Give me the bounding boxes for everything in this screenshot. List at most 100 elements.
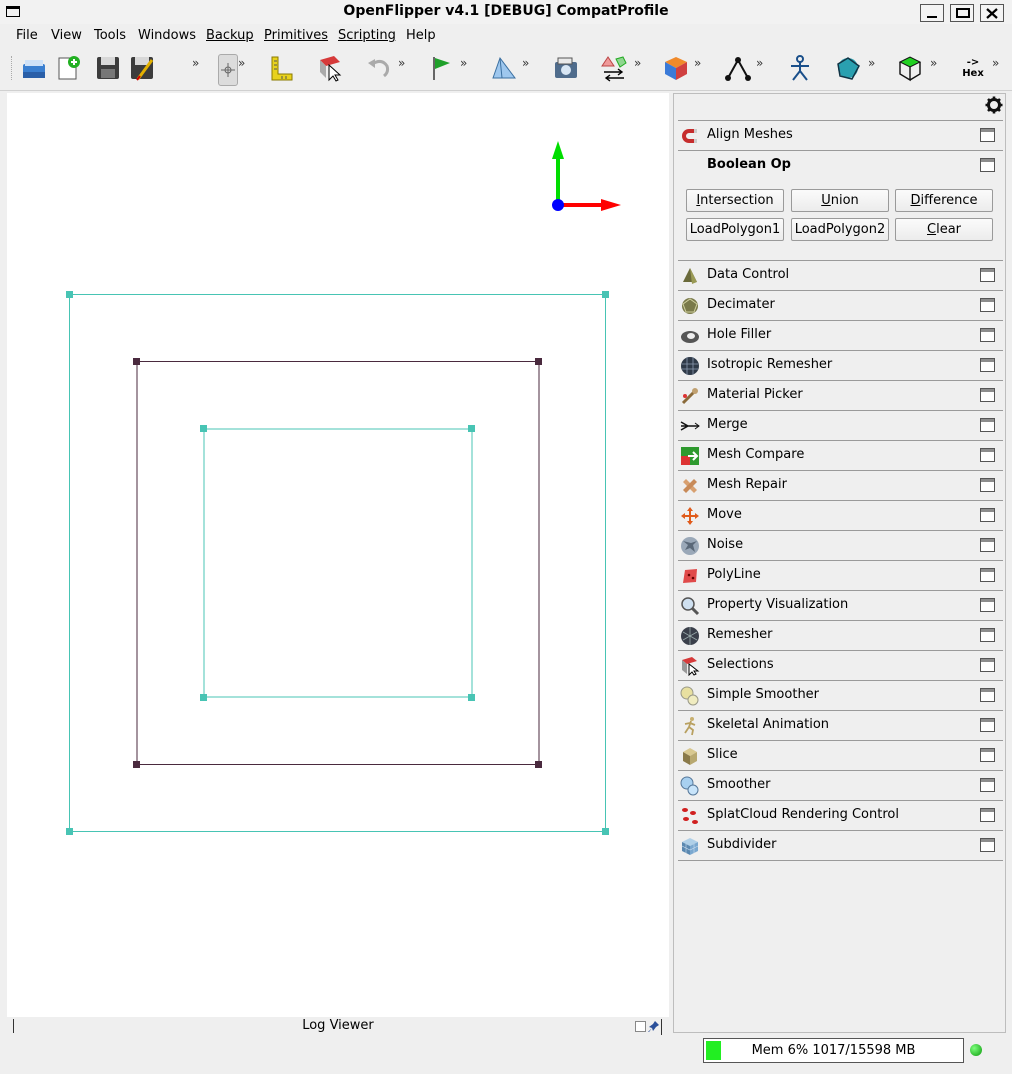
toolbox-item-property-visualization[interactable]: Property Visualization	[678, 590, 1003, 620]
toolbox-item-splatcloud-rendering-control[interactable]: SplatCloud Rendering Control	[678, 800, 1003, 830]
toolbar-more-4[interactable]: »	[460, 56, 467, 70]
new-file-icon[interactable]	[54, 54, 82, 82]
outer-polygon[interactable]	[66, 291, 609, 835]
intersection-button[interactable]: Intersection	[686, 189, 784, 212]
menu-backup[interactable]: Backup	[206, 28, 254, 43]
inner-polygon[interactable]	[200, 425, 475, 701]
hex-button[interactable]: -> Hex	[960, 57, 986, 79]
undock-icon[interactable]	[980, 158, 995, 172]
skeleton-icon[interactable]	[786, 54, 814, 82]
undock-icon[interactable]	[980, 298, 995, 312]
toolbox-item-noise[interactable]: Noise	[678, 530, 1003, 560]
toolbar-more-7[interactable]: »	[694, 56, 701, 70]
undock-icon[interactable]	[980, 448, 995, 462]
button-mnemonic: Union	[821, 193, 859, 208]
transform-icon[interactable]	[662, 54, 690, 82]
log-viewer-undock-icon[interactable]	[635, 1021, 646, 1032]
undock-icon[interactable]	[980, 718, 995, 732]
toolbox-item-subdivider[interactable]: Subdivider	[678, 830, 1003, 861]
undock-icon[interactable]	[980, 388, 995, 402]
ruler-icon[interactable]	[268, 54, 296, 82]
save-as-icon[interactable]	[128, 54, 156, 82]
toolbox-item-data-control[interactable]: Data Control	[678, 260, 1003, 290]
save-icon[interactable]	[94, 54, 122, 82]
union-button[interactable]: Union	[791, 189, 889, 212]
difference-button[interactable]: Difference	[895, 189, 993, 212]
menu-tools[interactable]: Tools	[94, 28, 126, 43]
toolbox-item-simple-smoother[interactable]: Simple Smoother	[678, 680, 1003, 710]
undock-icon[interactable]	[980, 328, 995, 342]
toolbox-item-selections[interactable]: Selections	[678, 650, 1003, 680]
toolbar-more-6[interactable]: »	[634, 56, 641, 70]
toolbox-item-move[interactable]: Move	[678, 500, 1003, 530]
undock-icon[interactable]	[980, 838, 995, 852]
undock-icon[interactable]	[980, 508, 995, 522]
toolbar-more-1[interactable]: »	[192, 56, 199, 70]
toolbar-more-9[interactable]: »	[868, 56, 875, 70]
undock-icon[interactable]	[980, 628, 995, 642]
pin-icon[interactable]	[648, 1020, 660, 1033]
toolbox-item-align-meshes[interactable]: Align Meshes	[678, 120, 1003, 150]
toolbox-item-smoother[interactable]: Smoother	[678, 770, 1003, 800]
topology-icon[interactable]	[834, 54, 862, 82]
close-button[interactable]	[980, 4, 1004, 22]
toolbar-more-2[interactable]: »	[238, 56, 245, 70]
undock-icon[interactable]	[980, 418, 995, 432]
toolbox-item-remesher[interactable]: Remesher	[678, 620, 1003, 650]
toolbox-item-polyline[interactable]: PolyLine	[678, 560, 1003, 590]
minimize-button[interactable]	[920, 4, 944, 22]
texture-icon[interactable]	[490, 54, 518, 82]
undock-icon[interactable]	[980, 358, 995, 372]
flag-icon[interactable]	[428, 54, 456, 82]
toolbox-item-merge[interactable]: Merge	[678, 410, 1003, 440]
undock-icon[interactable]	[980, 268, 995, 282]
open-file-icon[interactable]	[20, 54, 48, 82]
undock-icon[interactable]	[980, 478, 995, 492]
undock-icon[interactable]	[980, 808, 995, 822]
undock-icon[interactable]	[980, 538, 995, 552]
selection-cursor-icon[interactable]	[316, 54, 344, 82]
undock-icon[interactable]	[980, 778, 995, 792]
subdivider-cube-icon	[681, 838, 699, 855]
swap-objects-icon[interactable]	[600, 54, 628, 82]
toolbox-item-hole-filler[interactable]: Hole Filler	[678, 320, 1003, 350]
toolbox-item-mesh-repair[interactable]: Mesh Repair	[678, 470, 1003, 500]
toolbox-item-mesh-compare[interactable]: Mesh Compare	[678, 440, 1003, 470]
middle-polygon[interactable]	[133, 358, 542, 768]
menu-file[interactable]: File	[16, 28, 38, 43]
toolbar-more-10[interactable]: »	[930, 56, 937, 70]
undock-icon[interactable]	[980, 688, 995, 702]
3d-viewport[interactable]	[7, 93, 669, 1017]
menu-view[interactable]: View	[51, 28, 82, 43]
toolbar-more-3[interactable]: »	[398, 56, 405, 70]
menu-windows[interactable]: Windows	[138, 28, 196, 43]
undock-icon[interactable]	[980, 658, 995, 672]
undock-icon[interactable]	[980, 748, 995, 762]
gear-icon[interactable]	[985, 96, 1003, 114]
undo-icon[interactable]	[364, 54, 392, 82]
load-polygon1-button[interactable]: LoadPolygon1	[686, 218, 784, 241]
undock-icon[interactable]	[980, 568, 995, 582]
wire-cube-icon[interactable]	[896, 54, 924, 82]
toolbar-more-5[interactable]: »	[522, 56, 529, 70]
toolbox-item-skeletal-animation[interactable]: Skeletal Animation	[678, 710, 1003, 740]
move-mode-button[interactable]	[218, 54, 238, 86]
toolbox-item-slice[interactable]: Slice	[678, 740, 1003, 770]
maximize-button[interactable]	[950, 4, 974, 22]
toolbox-item-material-picker[interactable]: Material Picker	[678, 380, 1003, 410]
snapshot-icon[interactable]	[552, 54, 580, 82]
toolbar-more-8[interactable]: »	[756, 56, 763, 70]
polyline-vertex-icon[interactable]	[724, 54, 752, 82]
undock-icon[interactable]	[980, 128, 995, 142]
toolbox-item-isotropic-remesher[interactable]: Isotropic Remesher	[678, 350, 1003, 380]
toolbar-more-11[interactable]: »	[992, 56, 999, 70]
menu-help[interactable]: Help	[406, 28, 436, 43]
toolbox-item-decimater[interactable]: Decimater	[678, 290, 1003, 320]
log-viewer-handle-right[interactable]	[661, 1019, 662, 1035]
inner-vertex	[200, 425, 207, 432]
clear-button[interactable]: Clear	[895, 218, 993, 241]
menu-primitives[interactable]: Primitives	[264, 28, 328, 43]
load-polygon2-button[interactable]: LoadPolygon2	[791, 218, 889, 241]
menu-scripting[interactable]: Scripting	[338, 28, 396, 43]
undock-icon[interactable]	[980, 598, 995, 612]
